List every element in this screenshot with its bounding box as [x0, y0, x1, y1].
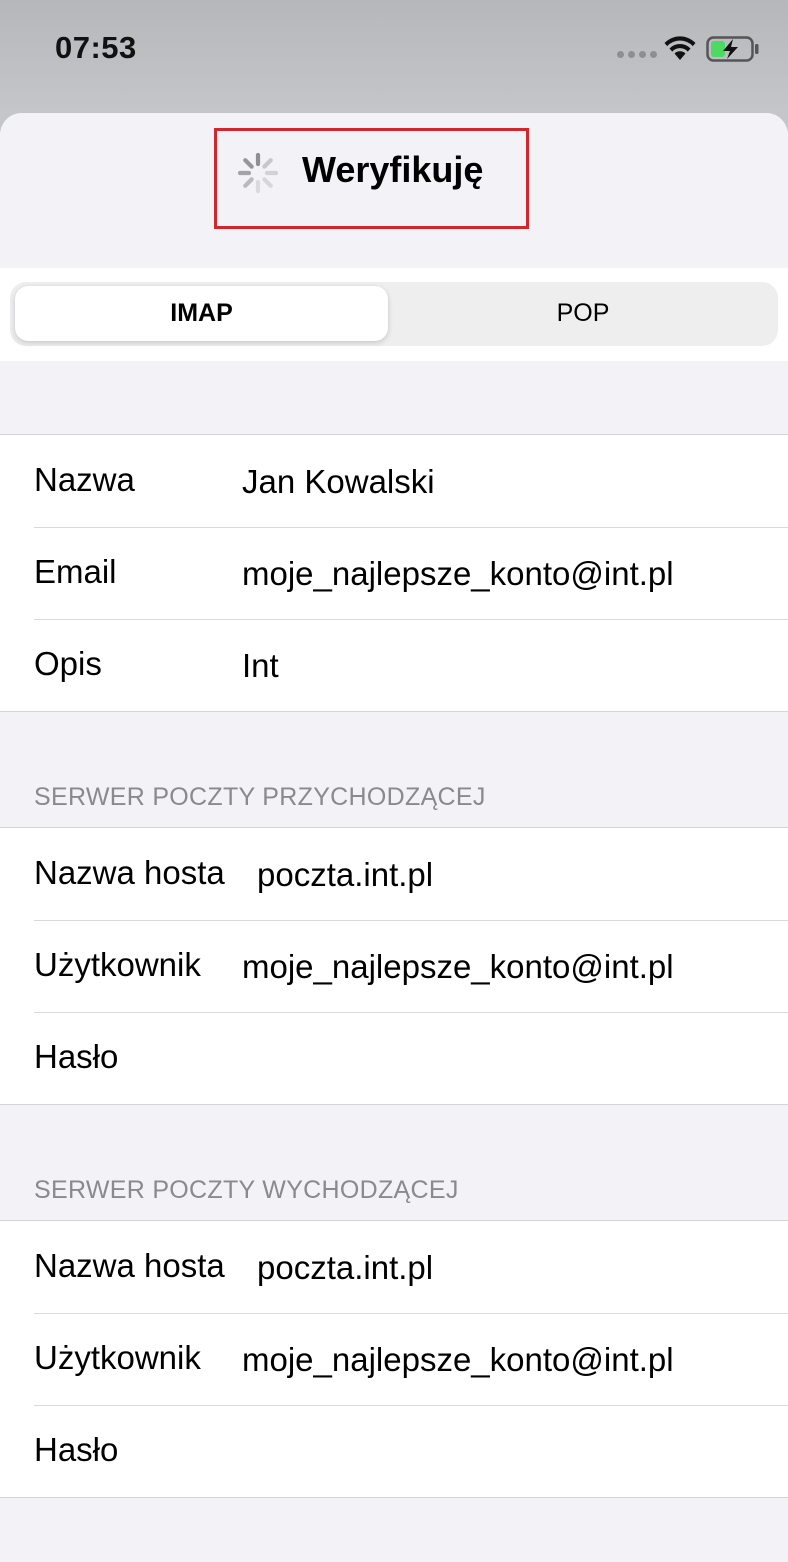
email-field[interactable]: moje_najlepsze_konto@int.pl — [242, 555, 674, 593]
signal-dots-icon — [617, 51, 657, 58]
description-row[interactable]: Opis Int — [0, 619, 788, 711]
outgoing-user-label: Użytkownik — [34, 1339, 201, 1376]
incoming-host-label: Nazwa hosta — [34, 854, 225, 891]
mail-account-setup-screen: 07:53 Weryfikuję IMAP POP Nazwa Jan Kowa… — [0, 0, 788, 1562]
activity-spinner-icon — [237, 152, 279, 194]
navigation-bar: Weryfikuję — [0, 113, 788, 268]
segment-pop[interactable]: POP — [394, 286, 772, 341]
incoming-password-row[interactable]: Hasło — [0, 1012, 788, 1104]
incoming-user-field[interactable]: moje_najlepsze_konto@int.pl — [242, 948, 674, 986]
outgoing-password-label: Hasło — [34, 1431, 119, 1468]
outgoing-host-row[interactable]: Nazwa hosta poczta.int.pl — [0, 1221, 788, 1313]
status-time: 07:53 — [55, 30, 137, 65]
account-info-group: Nazwa Jan Kowalski Email moje_najlepsze_… — [0, 434, 788, 712]
incoming-password-label: Hasło — [34, 1038, 119, 1075]
status-bar: 07:53 — [0, 0, 788, 100]
outgoing-user-field[interactable]: moje_najlepsze_konto@int.pl — [242, 1341, 674, 1379]
incoming-host-field[interactable]: poczta.int.pl — [257, 856, 433, 894]
incoming-host-row[interactable]: Nazwa hosta poczta.int.pl — [0, 828, 788, 920]
outgoing-user-row[interactable]: Użytkownik moje_najlepsze_konto@int.pl — [0, 1313, 788, 1405]
name-row[interactable]: Nazwa Jan Kowalski — [0, 435, 788, 527]
protocol-segmented-control: IMAP POP — [10, 282, 778, 346]
name-field[interactable]: Jan Kowalski — [242, 463, 435, 501]
protocol-segment-area: IMAP POP — [0, 268, 788, 361]
outgoing-host-label: Nazwa hosta — [34, 1247, 225, 1284]
email-label: Email — [34, 553, 117, 590]
page-title: Weryfikuję — [302, 149, 484, 190]
battery-charging-icon — [706, 36, 759, 62]
outgoing-server-group: Nazwa hosta poczta.int.pl Użytkownik moj… — [0, 1220, 788, 1498]
wifi-icon — [664, 36, 696, 60]
incoming-user-label: Użytkownik — [34, 946, 201, 983]
outgoing-server-header: SERWER POCZTY WYCHODZĄCEJ — [34, 1176, 459, 1204]
email-row[interactable]: Email moje_najlepsze_konto@int.pl — [0, 527, 788, 619]
incoming-server-header: SERWER POCZTY PRZYCHODZĄCEJ — [34, 783, 486, 811]
description-field[interactable]: Int — [242, 647, 279, 685]
outgoing-password-row[interactable]: Hasło — [0, 1405, 788, 1497]
incoming-server-group: Nazwa hosta poczta.int.pl Użytkownik moj… — [0, 827, 788, 1105]
incoming-user-row[interactable]: Użytkownik moje_najlepsze_konto@int.pl — [0, 920, 788, 1012]
outgoing-host-field[interactable]: poczta.int.pl — [257, 1249, 433, 1287]
description-label: Opis — [34, 645, 102, 682]
account-sheet: Weryfikuję IMAP POP Nazwa Jan Kowalski E… — [0, 113, 788, 1562]
name-label: Nazwa — [34, 461, 135, 498]
segment-imap[interactable]: IMAP — [15, 286, 388, 341]
